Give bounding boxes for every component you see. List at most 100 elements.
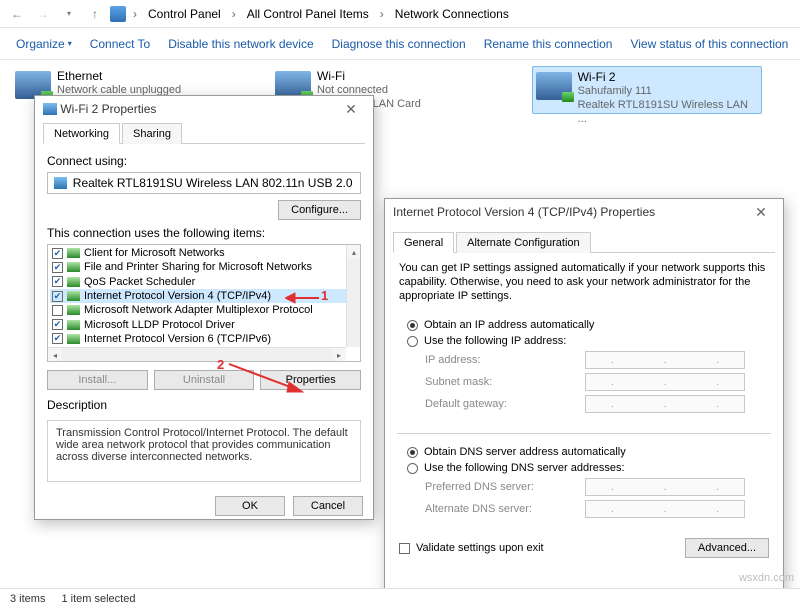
configure-button[interactable]: Configure... — [278, 200, 361, 220]
description-text: Transmission Control Protocol/Internet P… — [47, 420, 361, 482]
breadcrumb-item[interactable]: All Control Panel Items — [243, 5, 373, 23]
dialog-title: Internet Protocol Version 4 (TCP/IPv4) P… — [393, 205, 655, 219]
pref-dns-label: Preferred DNS server: — [425, 478, 575, 496]
radio-icon — [407, 463, 418, 474]
close-icon[interactable]: ✕ — [337, 101, 365, 118]
radio-obtain-ip[interactable]: Obtain an IP address automatically — [407, 319, 761, 331]
alt-dns-label: Alternate DNS server: — [425, 500, 575, 518]
component-icon — [67, 305, 80, 315]
radio-icon — [407, 320, 418, 331]
cmd-view-status[interactable]: View status of this connection — [630, 37, 788, 51]
subnet-label: Subnet mask: — [425, 373, 575, 391]
radio-use-ip[interactable]: Use the following IP address: — [407, 335, 761, 347]
alt-dns-field: ... — [585, 500, 745, 518]
component-label: Internet Protocol Version 4 (TCP/IPv4) — [84, 290, 271, 302]
checkbox-icon — [399, 543, 410, 554]
annotation-1: 1 — [321, 288, 328, 303]
uses-label: This connection uses the following items… — [47, 226, 361, 240]
control-panel-icon — [110, 6, 126, 22]
component-label: File and Printer Sharing for Microsoft N… — [84, 261, 312, 273]
adapter-name: Realtek RTL8191SU Wireless LAN 802.11n U… — [73, 176, 354, 190]
component-row[interactable]: ✔ File and Printer Sharing for Microsoft … — [50, 260, 358, 274]
component-row[interactable]: ✔ Internet Protocol Version 6 (TCP/IPv6) — [50, 332, 358, 346]
nav-recent-icon[interactable]: ▾ — [58, 3, 80, 25]
checkbox-icon[interactable]: ✔ — [52, 262, 63, 273]
radio-use-dns[interactable]: Use the following DNS server addresses: — [407, 462, 761, 474]
component-icon — [67, 320, 80, 330]
status-count: 3 items — [10, 593, 45, 605]
adapter-icon — [54, 177, 67, 189]
checkbox-icon[interactable]: ✔ — [52, 291, 63, 302]
connection-status: Sahufamily 111 — [578, 84, 758, 98]
checkbox-icon[interactable]: ✔ — [52, 276, 63, 287]
cancel-button[interactable]: Cancel — [293, 496, 363, 516]
connection-item-wifi2[interactable]: Wi-Fi 2 Sahufamily 111 Realtek RTL8191SU… — [532, 66, 762, 114]
checkbox-icon[interactable] — [52, 305, 63, 316]
connection-name: Ethernet — [57, 69, 181, 83]
connection-name: Wi-Fi 2 — [578, 70, 758, 84]
adapter-field: Realtek RTL8191SU Wireless LAN 802.11n U… — [47, 172, 361, 194]
ok-button[interactable]: OK — [215, 496, 285, 516]
component-row[interactable]: Microsoft Network Adapter Multiplexor Pr… — [50, 303, 358, 317]
description-heading: Description — [47, 398, 361, 412]
wifi2-properties-dialog: Wi-Fi 2 Properties ✕ Networking Sharing … — [34, 95, 374, 520]
cmd-connect-to[interactable]: Connect To — [90, 37, 151, 51]
component-label: Internet Protocol Version 6 (TCP/IPv6) — [84, 333, 271, 345]
scroll-right-icon[interactable]: ▸ — [332, 348, 346, 362]
component-icon — [67, 291, 80, 301]
radio-icon — [407, 447, 418, 458]
connection-name: Wi-Fi — [317, 69, 421, 83]
close-icon[interactable]: ✕ — [747, 204, 775, 221]
tab-alternate[interactable]: Alternate Configuration — [456, 232, 591, 253]
advanced-button[interactable]: Advanced... — [685, 538, 769, 558]
tab-general[interactable]: General — [393, 232, 454, 253]
tab-sharing[interactable]: Sharing — [122, 123, 182, 144]
breadcrumb-item[interactable]: Control Panel — [144, 5, 225, 23]
component-label: Client for Microsoft Networks — [84, 247, 225, 259]
cmd-rename[interactable]: Rename this connection — [484, 37, 613, 51]
ip-address-field: ... — [585, 351, 745, 369]
scrollbar-horizontal[interactable]: ◂ ▸ — [48, 347, 346, 361]
component-row[interactable]: ✔QoS Packet Scheduler — [50, 275, 358, 289]
adapter-icon — [43, 103, 57, 115]
chevron-right-icon: › — [133, 7, 137, 21]
subnet-field: ... — [585, 373, 745, 391]
scrollbar-vertical[interactable]: ▴ — [346, 245, 360, 347]
ipv4-properties-dialog: Internet Protocol Version 4 (TCP/IPv4) P… — [384, 198, 784, 604]
nav-fwd-icon[interactable]: → — [32, 3, 54, 25]
scroll-up-icon[interactable]: ▴ — [347, 245, 361, 259]
pref-dns-field: ... — [585, 478, 745, 496]
gateway-field: ... — [585, 395, 745, 413]
component-label: Microsoft LLDP Protocol Driver — [84, 319, 235, 331]
checkbox-icon[interactable]: ✔ — [52, 248, 63, 259]
tab-networking[interactable]: Networking — [43, 123, 120, 144]
component-icon — [67, 277, 80, 287]
nav-up-icon[interactable]: ↑ — [84, 3, 106, 25]
component-icon — [67, 262, 80, 272]
organize-menu[interactable]: Organize — [16, 37, 72, 51]
component-row[interactable]: ✔ Client for Microsoft Networks — [50, 246, 358, 260]
nav-back-icon[interactable]: ← — [6, 3, 28, 25]
checkbox-icon[interactable]: ✔ — [52, 333, 63, 344]
ipv4-intro-text: You can get IP settings assigned automat… — [399, 261, 769, 303]
ip-address-label: IP address: — [425, 351, 575, 369]
status-selected: 1 item selected — [61, 593, 135, 605]
radio-obtain-dns[interactable]: Obtain DNS server address automatically — [407, 446, 761, 458]
validate-checkbox[interactable]: Validate settings upon exit — [399, 542, 544, 554]
component-icon — [67, 334, 80, 344]
cmd-diagnose[interactable]: Diagnose this connection — [332, 37, 466, 51]
annotation-2: 2 — [217, 357, 224, 372]
chevron-right-icon: › — [232, 7, 236, 21]
install-button[interactable]: Install... — [47, 370, 148, 390]
checkbox-icon[interactable]: ✔ — [52, 319, 63, 330]
component-icon — [67, 248, 80, 258]
cmd-disable[interactable]: Disable this network device — [168, 37, 313, 51]
breadcrumb-item[interactable]: Network Connections — [391, 5, 513, 23]
watermark: wsxdn.com — [739, 572, 794, 584]
dialog-title: Wi-Fi 2 Properties — [60, 102, 156, 116]
scroll-left-icon[interactable]: ◂ — [48, 348, 62, 362]
radio-icon — [407, 336, 418, 347]
component-row[interactable]: ✔ Microsoft LLDP Protocol Driver — [50, 317, 358, 331]
component-label: Microsoft Network Adapter Multiplexor Pr… — [84, 304, 313, 316]
connection-device: Realtek RTL8191SU Wireless LAN ... — [578, 98, 758, 126]
